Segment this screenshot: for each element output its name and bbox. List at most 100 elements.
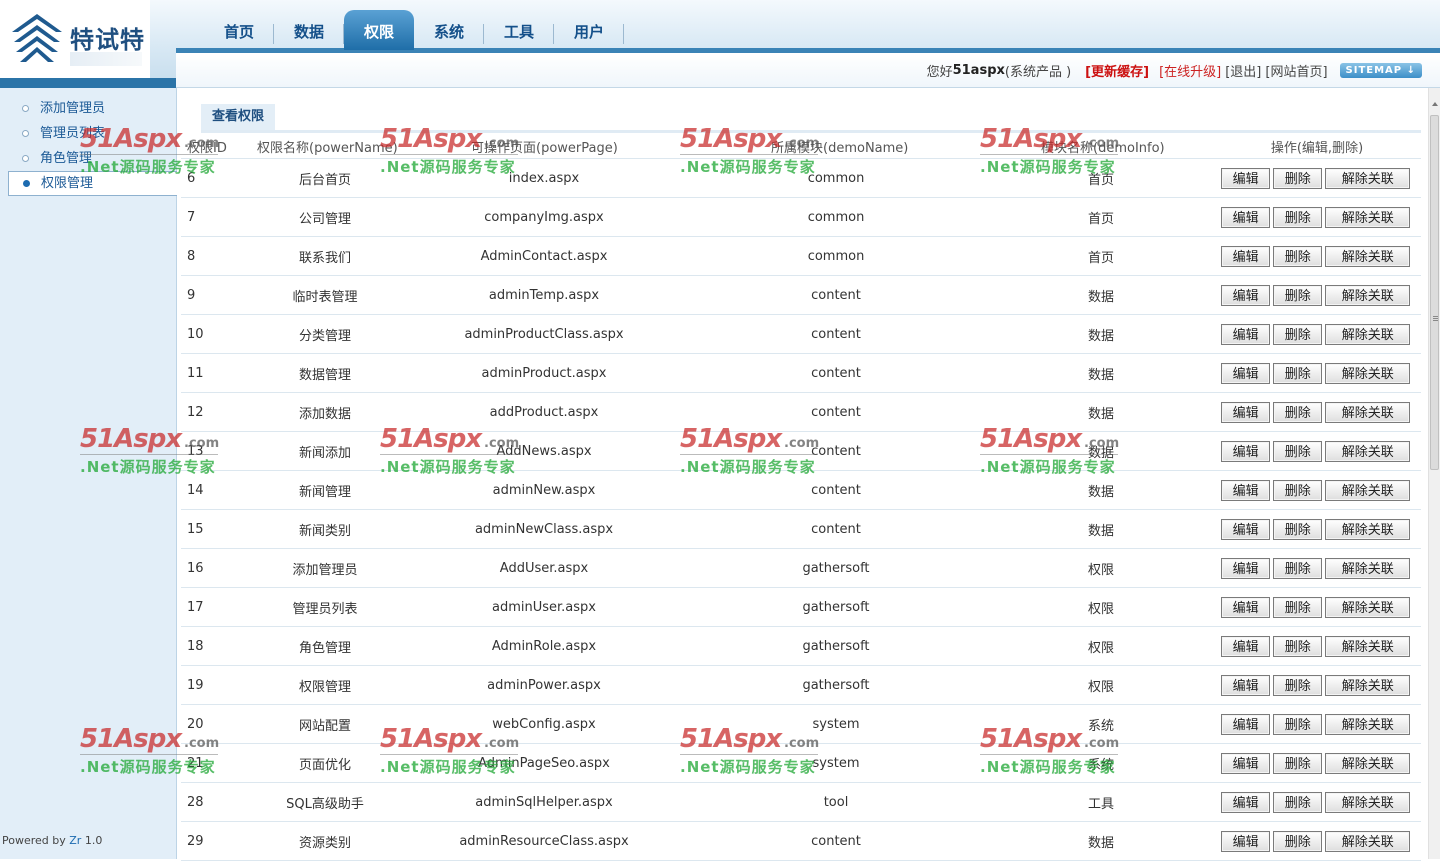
scroll-up-icon[interactable] [1432,102,1438,106]
edit-button[interactable]: 编辑 [1221,596,1271,618]
delete-button[interactable]: 删除 [1273,479,1323,501]
unlink-button[interactable]: 解除关联 [1325,362,1410,384]
refresh-cache-link[interactable]: [更新缓存] [1085,61,1149,80]
edit-button[interactable]: 编辑 [1221,362,1271,384]
table-row: 20 网站配置 webConfig.aspx system 系统 编辑 删除 解除关联 [181,705,1421,744]
unlink-button[interactable]: 解除关联 [1325,284,1410,306]
unlink-button[interactable]: 解除关联 [1325,752,1410,774]
col-header-ops: 操作(编辑,删除) [1270,140,1364,156]
edit-button[interactable]: 编辑 [1221,401,1271,423]
edit-button[interactable]: 编辑 [1221,167,1271,189]
cell-name: 公司管理 [298,211,351,227]
cell-info: 工具 [1087,796,1114,812]
edit-button[interactable]: 编辑 [1221,830,1271,852]
delete-button[interactable]: 删除 [1273,401,1323,423]
delete-button[interactable]: 删除 [1273,557,1323,579]
cell-demo: system [812,716,860,732]
edit-button[interactable]: 编辑 [1221,635,1271,657]
permission-table: 权限ID 权限名称(powerName) 可操作页面(powerPage) 所属… [181,134,1421,861]
nav-item-tools[interactable]: 工具 [484,10,554,48]
cell-ops: 编辑 删除 解除关联 [1221,198,1413,236]
grip-icon [1433,316,1438,317]
unlink-button[interactable]: 解除关联 [1325,791,1410,813]
edit-button[interactable]: 编辑 [1221,713,1271,735]
unlink-button[interactable]: 解除关联 [1325,713,1410,735]
unlink-button[interactable]: 解除关联 [1325,245,1410,267]
edit-button[interactable]: 编辑 [1221,557,1271,579]
unlink-button[interactable]: 解除关联 [1325,674,1410,696]
edit-button[interactable]: 编辑 [1221,206,1271,228]
nav-item-data[interactable]: 数据 [274,10,344,48]
unlink-button[interactable]: 解除关联 [1325,167,1410,189]
nav-item-home[interactable]: 首页 [204,10,274,48]
delete-button[interactable]: 删除 [1273,635,1323,657]
site-home-link[interactable]: [网站首页] [1265,61,1327,80]
edit-button[interactable]: 编辑 [1221,284,1271,306]
edit-button[interactable]: 编辑 [1221,245,1271,267]
logo-icon [12,14,62,62]
table-row: 28 SQL高级助手 adminSqlHelper.aspx tool 工具 编辑 删除 解除… [181,783,1421,822]
vertical-scrollbar[interactable] [1428,88,1440,859]
edit-button[interactable]: 编辑 [1221,323,1271,345]
delete-button[interactable]: 删除 [1273,791,1323,813]
delete-button[interactable]: 删除 [1273,518,1323,540]
unlink-button[interactable]: 解除关联 [1325,206,1410,228]
nav-item-system[interactable]: 系统 [414,10,484,48]
logo[interactable]: 特试特 [0,0,150,78]
col-header-id: 权限ID [187,140,227,156]
unlink-button[interactable]: 解除关联 [1325,635,1410,657]
delete-button[interactable]: 删除 [1273,362,1323,384]
cell-id: 20 [187,716,204,732]
unlink-button[interactable]: 解除关联 [1325,479,1410,501]
delete-button[interactable]: 删除 [1273,284,1323,306]
upgrade-link[interactable]: [在线升级] [1159,61,1221,80]
unlink-button[interactable]: 解除关联 [1325,830,1410,852]
cell-name: SQL高级助手 [286,796,364,812]
delete-button[interactable]: 删除 [1273,674,1323,696]
delete-button[interactable]: 删除 [1273,440,1323,462]
unlink-button[interactable]: 解除关联 [1325,323,1410,345]
cell-info: 权限 [1087,640,1114,656]
unlink-button[interactable]: 解除关联 [1325,440,1410,462]
cell-ops: 编辑 删除 解除关联 [1221,744,1413,782]
cell-info: 数据 [1087,367,1114,383]
logout-link[interactable]: [退出] [1225,61,1261,80]
delete-button[interactable]: 删除 [1273,323,1323,345]
delete-button[interactable]: 删除 [1273,596,1323,618]
powered-product-link[interactable]: Zr [69,834,81,847]
delete-button[interactable]: 删除 [1273,830,1323,852]
sitemap-button[interactable]: SITEMAP ↓ [1339,62,1422,78]
unlink-button[interactable]: 解除关联 [1325,596,1410,618]
col-header-page: 可操作页面(powerPage) [471,140,618,156]
unlink-button[interactable]: 解除关联 [1325,557,1410,579]
edit-button[interactable]: 编辑 [1221,440,1271,462]
delete-button[interactable]: 删除 [1273,245,1323,267]
delete-button[interactable]: 删除 [1273,752,1323,774]
main-content: 查看权限 权限ID 权限名称(powerName) 可操作页面(powerPag… [177,88,1428,861]
edit-button[interactable]: 编辑 [1221,791,1271,813]
sidebar-item-permissions[interactable]: 权限管理 [8,171,178,196]
table-row: 16 添加管理员 AddUser.aspx gathersoft 权限 编辑 删除 解除关联 [181,549,1421,588]
cell-info: 数据 [1087,523,1114,539]
edit-button[interactable]: 编辑 [1221,674,1271,696]
sidebar-item-admin-list[interactable]: 管理员列表 [8,121,176,146]
panel-divider [201,130,1421,133]
cell-demo: common [807,209,865,225]
delete-button[interactable]: 删除 [1273,167,1323,189]
edit-button[interactable]: 编辑 [1221,752,1271,774]
panel-tab-view-permissions[interactable]: 查看权限 [201,104,275,130]
nav-item-permission[interactable]: 权限 [344,10,414,50]
cell-demo: tool [823,794,849,810]
scrollbar-thumb[interactable] [1430,115,1439,470]
cell-demo: common [807,170,865,186]
edit-button[interactable]: 编辑 [1221,518,1271,540]
delete-button[interactable]: 删除 [1273,206,1323,228]
sidebar-item-roles[interactable]: 角色管理 [8,146,176,171]
edit-button[interactable]: 编辑 [1221,479,1271,501]
delete-button[interactable]: 删除 [1273,713,1323,735]
sidebar-item-add-admin[interactable]: 添加管理员 [8,96,176,121]
unlink-button[interactable]: 解除关联 [1325,401,1410,423]
table-row: 17 管理员列表 adminUser.aspx gathersoft 权限 编辑 删除 解除关… [181,588,1421,627]
nav-item-users[interactable]: 用户 [554,10,624,48]
unlink-button[interactable]: 解除关联 [1325,518,1410,540]
